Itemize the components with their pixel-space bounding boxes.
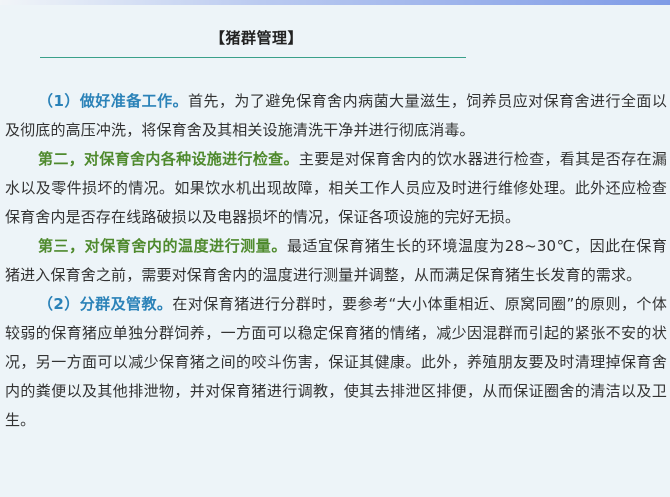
top-decorative-stripe: [0, 0, 670, 5]
text-grouping: 在对保育猪进行分群时，要参考“大小体重相近、原窝同圈”的原则，个体较弱的保育猪应…: [5, 295, 667, 429]
heading-grouping: （2）分群及管教。: [38, 295, 173, 313]
paragraph-grouping: （2）分群及管教。在对保育猪进行分群时，要参考“大小体重相近、原窝同圈”的原则，…: [5, 290, 667, 435]
paragraph-temperature: 第三，对保育舍内的温度进行测量。最适宜保育猪生长的环境温度为28~30℃，因此在…: [5, 232, 667, 290]
heading-preparation: （1）做好准备工作。: [38, 92, 189, 110]
heading-temperature: 第三，对保育舍内的温度进行测量。: [38, 237, 287, 255]
section-title: 【猪群管理】: [210, 29, 304, 47]
paragraph-preparation: （1）做好准备工作。首先，为了避免保育舍内病菌大量滋生，饲养员应对保育舍进行全面…: [5, 87, 667, 145]
section-header: 【猪群管理】: [40, 28, 466, 58]
article-body: （1）做好准备工作。首先，为了避免保育舍内病菌大量滋生，饲养员应对保育舍进行全面…: [5, 87, 667, 435]
heading-facility-check: 第二，对保育舍内各种设施进行检查。: [38, 150, 299, 168]
title-underline: [40, 57, 466, 58]
paragraph-facility-check: 第二，对保育舍内各种设施进行检查。主要是对保育舍内的饮水器进行检查，看其是否存在…: [5, 145, 667, 232]
